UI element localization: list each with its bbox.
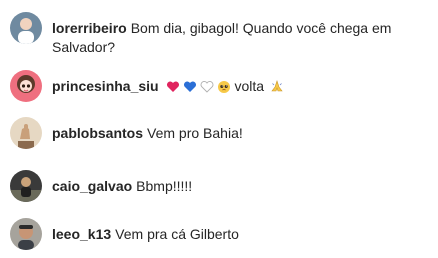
comment-body: lorerribeiro Bom dia, gibagol! Quando voc…: [52, 12, 430, 57]
avatar[interactable]: [10, 117, 42, 149]
comment-item: princesinha_siu volta: [10, 70, 430, 102]
comment-text: Vem pra cá Gilberto: [115, 226, 239, 242]
comment-body: pablobsantos Vem pro Bahia!: [52, 117, 243, 143]
comment-username[interactable]: leeo_k13: [52, 226, 111, 242]
white-heart-icon: [200, 80, 214, 94]
avatar[interactable]: [10, 170, 42, 202]
comment-item: caio_galvao Bbmp!!!!!: [10, 170, 430, 202]
comment-body: princesinha_siu volta: [52, 70, 287, 96]
comment-item: lorerribeiro Bom dia, gibagol! Quando voc…: [10, 12, 430, 57]
emoji-group: [166, 80, 234, 94]
comment-item: pablobsantos Vem pro Bahia!: [10, 117, 430, 149]
pleading-face-icon: [217, 80, 231, 94]
blue-heart-icon: [183, 80, 197, 94]
red-heart-icon: [166, 80, 180, 94]
folded-hands-icon: [270, 79, 284, 93]
avatar[interactable]: [10, 12, 42, 44]
avatar[interactable]: [10, 218, 42, 250]
comment-text: Bbmp!!!!!: [136, 178, 193, 194]
comment-body: leeo_k13 Vem pra cá Gilberto: [52, 218, 239, 244]
comment-body: caio_galvao Bbmp!!!!!: [52, 170, 192, 196]
comment-item: leeo_k13 Vem pra cá Gilberto: [10, 218, 430, 250]
comment-username[interactable]: princesinha_siu: [52, 78, 159, 94]
comment-username[interactable]: caio_galvao: [52, 178, 132, 194]
comment-text: volta: [234, 78, 265, 94]
comment-username[interactable]: lorerribeiro: [52, 20, 127, 36]
comment-text: Vem pro Bahia!: [147, 125, 243, 141]
avatar[interactable]: [10, 70, 42, 102]
comment-username[interactable]: pablobsantos: [52, 125, 143, 141]
